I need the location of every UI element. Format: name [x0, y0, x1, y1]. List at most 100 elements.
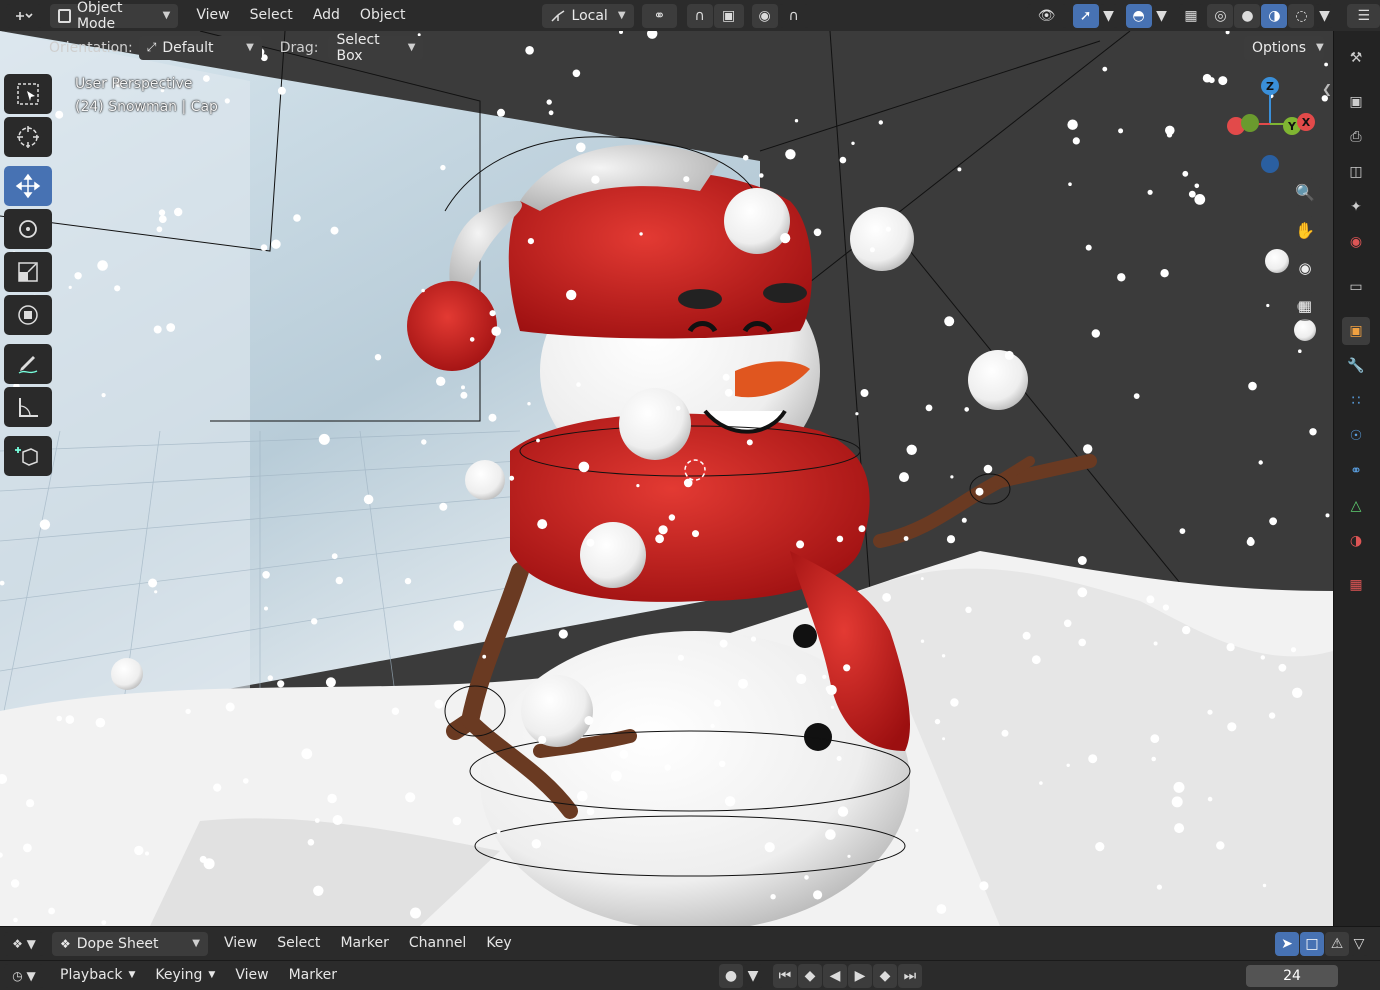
dopesheet-menu-view[interactable]: View	[214, 928, 267, 959]
mode-dropdown[interactable]: Object Mode ▼	[50, 0, 179, 32]
only-selected-toggle[interactable]: ➤	[1275, 931, 1299, 956]
snowflake	[461, 385, 465, 390]
drag-dropdown[interactable]: Select Box ▼	[328, 32, 424, 64]
jump-start-button[interactable]: ⏮	[772, 963, 797, 988]
only-errors-toggle[interactable]: ⚠	[1325, 931, 1349, 956]
add-cube-icon	[15, 447, 38, 466]
falloff-button[interactable]: ∩	[778, 3, 809, 28]
transform-tool[interactable]	[4, 295, 52, 335]
overlays-toggle[interactable]: ◓	[1125, 3, 1152, 28]
editor-type-button[interactable]	[6, 3, 43, 28]
snowflake	[391, 707, 400, 715]
select-box-tool[interactable]	[4, 74, 52, 114]
menu-add[interactable]: Add	[303, 0, 350, 31]
dopesheet-mode-dropdown[interactable]: ❖ Dope Sheet ▼	[52, 931, 208, 956]
play-reverse-button[interactable]: ◀	[822, 963, 847, 988]
sidebar-toggle-icon[interactable]: ❮	[1322, 82, 1332, 96]
cursor-tool[interactable]	[4, 117, 52, 157]
ortho-toggle-button[interactable]: ▦	[1290, 291, 1320, 321]
dopesheet-menu-channel[interactable]: Channel	[399, 928, 476, 959]
3d-viewport[interactable]	[0, 31, 1333, 926]
snowflake	[1173, 781, 1185, 793]
physics-tab[interactable]: ☉	[1342, 422, 1370, 450]
auto-keying-toggle[interactable]: ●	[718, 963, 743, 988]
snap-toggle[interactable]: ∩	[686, 3, 713, 28]
visibility-button[interactable]: 👁	[1026, 3, 1067, 28]
render-tab[interactable]: ▣	[1342, 88, 1370, 116]
properties-editor-type-button[interactable]: ☰	[1347, 3, 1380, 28]
pan-view-button[interactable]: ✋	[1290, 215, 1320, 245]
shading-dropdown[interactable]: ▼	[1315, 3, 1334, 28]
dopesheet-menu-marker[interactable]: Marker	[330, 928, 398, 959]
shading-material[interactable]: ◑	[1261, 3, 1288, 28]
drag-label: Drag:	[279, 39, 319, 56]
scale-icon	[18, 262, 38, 282]
keying-menu[interactable]: Keying ▼	[145, 960, 225, 990]
add-cube-tool[interactable]	[4, 436, 52, 476]
world-tab[interactable]: ◉	[1342, 228, 1370, 256]
texture-tab[interactable]: ▦	[1342, 571, 1370, 599]
modifier-tab[interactable]: 🔧	[1342, 352, 1370, 380]
snowflake	[658, 525, 668, 535]
zoom-view-button[interactable]: 🔍	[1290, 177, 1320, 207]
show-hidden-toggle[interactable]: □	[1300, 931, 1324, 956]
filter-button[interactable]: ▽	[1350, 931, 1368, 956]
annotate-tool[interactable]	[4, 344, 52, 384]
dopesheet-menu-key[interactable]: Key	[476, 928, 521, 959]
data-tab[interactable]: △	[1342, 492, 1370, 520]
snowflake	[536, 438, 540, 443]
menu-view[interactable]: View	[186, 0, 239, 31]
current-frame-field[interactable]: 24	[1246, 964, 1338, 987]
menu-select[interactable]: Select	[240, 0, 303, 31]
move-tool[interactable]	[4, 166, 52, 206]
play-button[interactable]: ▶	[847, 963, 872, 988]
playback-menu[interactable]: Playback ▼	[50, 960, 145, 990]
view-layer-tab[interactable]: ◫	[1342, 158, 1370, 186]
shading-wireframe[interactable]: ◎	[1207, 3, 1234, 28]
timeline-menu-marker[interactable]: Marker	[279, 960, 347, 990]
auto-keying-dropdown[interactable]: ▼	[742, 963, 763, 988]
rendered-sphere-icon: ◌	[1295, 7, 1308, 24]
timeline-editor-type-button[interactable]: ◷ ▼	[4, 963, 44, 988]
transform-orientation-dropdown[interactable]: Local ▼	[541, 3, 635, 28]
orientation-dropdown[interactable]: ⤢ Default ▼	[138, 35, 262, 60]
shading-solid[interactable]: ●	[1234, 3, 1261, 28]
measure-tool[interactable]	[4, 387, 52, 427]
object-tab[interactable]: ▣	[1342, 317, 1370, 345]
snowflake	[1083, 444, 1093, 454]
scale-tool[interactable]	[4, 252, 52, 292]
camera-view-button[interactable]: ◉	[1290, 253, 1320, 283]
pivot-point-button[interactable]: ⚭	[642, 3, 677, 28]
constraints-tab[interactable]: ⚭	[1342, 457, 1370, 485]
snap-target-button[interactable]: ▣	[713, 3, 744, 28]
prev-keyframe-button[interactable]: ◆	[797, 963, 822, 988]
jump-end-button[interactable]: ⏭	[897, 963, 922, 988]
scene-tab[interactable]: ✦	[1342, 193, 1370, 221]
dopesheet-icon: ❖ ▼	[12, 936, 36, 951]
overlays-dropdown[interactable]: ▼	[1152, 3, 1171, 28]
navigation-gizmo[interactable]: Z Y X	[1222, 74, 1322, 178]
shading-rendered[interactable]: ◌	[1288, 3, 1315, 28]
output-tab[interactable]: ⎙	[1342, 123, 1370, 151]
snowflake	[961, 517, 967, 523]
proportional-edit-toggle[interactable]: ◉	[751, 3, 778, 28]
snowflake	[1031, 655, 1041, 665]
snowflake	[277, 86, 286, 95]
dopesheet-editor-type-button[interactable]: ❖ ▼	[4, 931, 44, 956]
dopesheet-header: ❖ ▼ ❖ Dope Sheet ▼ View Select Marker Ch…	[0, 926, 1380, 960]
gizmo-toggle[interactable]: ➚	[1072, 3, 1099, 28]
gizmo-dropdown[interactable]: ▼	[1099, 3, 1118, 28]
collection-tab[interactable]: ▭	[1342, 273, 1370, 301]
timeline-menu-view[interactable]: View	[225, 960, 278, 990]
snowflake	[404, 577, 412, 585]
dopesheet-menu-select[interactable]: Select	[267, 928, 330, 959]
material-tab[interactable]: ◑	[1342, 527, 1370, 555]
snowflake	[920, 639, 925, 643]
snowflake	[576, 142, 586, 153]
next-keyframe-button[interactable]: ◆	[872, 963, 897, 988]
rotate-tool[interactable]	[4, 209, 52, 249]
particles-tab[interactable]: ∷	[1342, 387, 1370, 415]
menu-object[interactable]: Object	[350, 0, 416, 31]
xray-toggle[interactable]: ▦	[1178, 3, 1204, 28]
options-dropdown[interactable]: Options ▼	[1244, 35, 1324, 60]
